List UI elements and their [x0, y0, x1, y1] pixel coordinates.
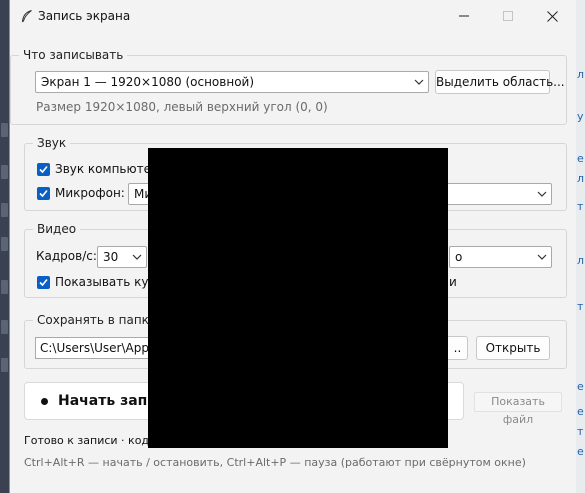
screen-select[interactable]: Экран 1 — 1920×1080 (основной): [35, 71, 429, 93]
chevron-down-icon: [537, 247, 547, 267]
checkmark-icon: [39, 189, 48, 198]
select-area-button[interactable]: Выделить область...: [435, 70, 565, 94]
hotkeys-hint: Ctrl+Alt+R — начать / остановить, Ctrl+A…: [24, 456, 526, 469]
background-mark: [1, 123, 8, 137]
feather-icon: [21, 10, 32, 23]
status-text: Готово к записи · коди: [24, 434, 157, 447]
video-option-label: и: [449, 275, 457, 289]
background-mark: [1, 280, 8, 294]
video-codec-select-value: о: [455, 250, 463, 264]
sound-group-legend: Звук: [33, 136, 71, 150]
background-text: ли: [577, 254, 585, 267]
background-text: т: [577, 300, 584, 313]
background-text: е: [577, 380, 584, 393]
minimize-icon: [459, 15, 469, 17]
video-codec-select[interactable]: о: [449, 246, 552, 268]
background-mark: [1, 237, 8, 251]
background-mark: [1, 203, 8, 217]
background-text: т: [577, 425, 584, 438]
fps-label: Кадров/с:: [36, 249, 97, 263]
checkmark-icon: [39, 278, 48, 287]
minimize-button[interactable]: [442, 0, 486, 32]
open-folder-button[interactable]: Открыть: [476, 336, 550, 360]
show-cursor-checkbox[interactable]: [37, 276, 50, 289]
microphone-label: Микрофон:: [55, 186, 125, 200]
close-button[interactable]: [530, 0, 574, 32]
show-file-button[interactable]: Показать файл: [474, 392, 562, 426]
chevron-down-icon: [537, 184, 547, 204]
microphone-checkbox[interactable]: [37, 187, 50, 200]
background-text: е: [577, 445, 584, 458]
background-text: у: [577, 110, 584, 123]
checkmark-icon: [39, 165, 48, 174]
background-mark: [1, 358, 8, 372]
title-bar[interactable]: Запись экрана: [10, 0, 576, 32]
background-text: л: [577, 172, 585, 185]
background-text: т: [577, 200, 584, 213]
browse-button[interactable]: ..: [448, 336, 468, 360]
screen-select-value: Экран 1 — 1920×1080 (основной): [41, 75, 255, 89]
background-mark: [1, 165, 8, 179]
background-text: е: [577, 405, 584, 418]
system-audio-checkbox[interactable]: [37, 163, 50, 176]
background-text: л: [577, 68, 585, 81]
chevron-down-icon: [132, 247, 142, 267]
close-icon: [546, 10, 558, 22]
source-group-legend: Что записывать: [19, 48, 128, 62]
maximize-icon: [503, 11, 513, 21]
show-cursor-label: Показывать курс: [55, 275, 163, 289]
fps-select[interactable]: 30: [97, 246, 147, 268]
save-folder-legend: Сохранять в папку: [33, 313, 161, 327]
black-overlay: [148, 148, 448, 448]
record-dot-icon: [41, 398, 48, 405]
maximize-button[interactable]: [486, 0, 530, 32]
chevron-down-icon: [414, 72, 424, 92]
video-group-legend: Видео: [33, 222, 81, 236]
screen-size-info: Размер 1920×1080, левый верхний угол (0,…: [36, 100, 328, 114]
desktop-background-left: [0, 0, 9, 493]
background-mark: [1, 320, 8, 334]
window-title: Запись экрана: [38, 9, 131, 23]
fps-select-value: 30: [103, 250, 119, 264]
background-text: е: [577, 152, 584, 165]
